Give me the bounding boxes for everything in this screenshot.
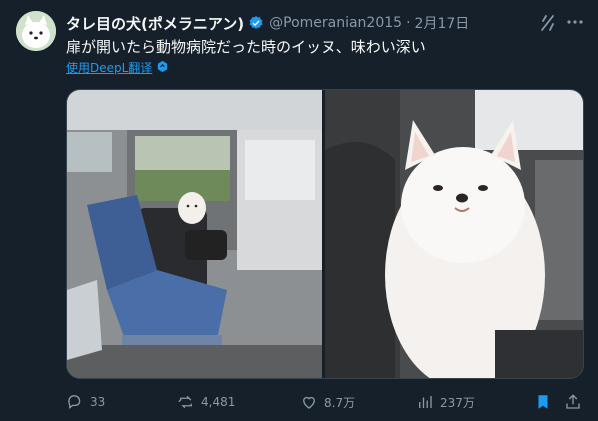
like-icon — [303, 396, 315, 409]
author-handle[interactable]: @Pomeranian2015 — [269, 15, 402, 31]
grok-icon[interactable] — [538, 13, 558, 33]
author-name[interactable]: タレ目の犬(ポメラニアン) — [66, 13, 244, 34]
share-icon — [566, 394, 580, 409]
reply-button[interactable]: 33 — [66, 389, 105, 415]
share-button[interactable] — [564, 389, 582, 415]
photo-pomeranian[interactable] — [325, 90, 583, 378]
action-bar: 33 4,481 8.7万 237万 — [66, 389, 586, 415]
tweet[interactable]: タレ目の犬(ポメラニアン) @Pomeranian2015 · 2月17日 扉が… — [0, 0, 598, 421]
retweet-count: 4,481 — [201, 395, 236, 409]
media-grid[interactable] — [66, 89, 584, 379]
photo-van-interior[interactable] — [67, 90, 322, 378]
like-count: 8.7万 — [324, 395, 356, 410]
separator-dot: · — [406, 15, 411, 31]
tweet-date[interactable]: 2月17日 — [415, 13, 470, 33]
verified-icon — [248, 15, 264, 31]
translate-link[interactable]: 使用DeepL翻译 — [66, 59, 169, 76]
bookmark-icon — [538, 395, 548, 409]
translate-label[interactable]: 使用DeepL翻译 — [66, 59, 152, 76]
view-count: 237万 — [440, 395, 475, 410]
views-icon — [419, 396, 432, 408]
retweet-icon — [178, 396, 192, 408]
more-icon[interactable] — [565, 12, 585, 32]
views-button[interactable]: 237万 — [416, 389, 475, 415]
tweet-header: タレ目の犬(ポメラニアン) @Pomeranian2015 · 2月17日 — [66, 12, 538, 34]
like-button[interactable]: 8.7万 — [300, 389, 355, 415]
translate-icon — [156, 60, 169, 76]
reply-icon — [68, 395, 81, 409]
reply-count: 33 — [90, 395, 106, 409]
retweet-button[interactable]: 4,481 — [177, 389, 235, 415]
tweet-text: 扉が開いたら動物病院だった時のイッヌ、味わい深い — [66, 38, 426, 56]
bookmark-button[interactable] — [534, 389, 552, 415]
avatar[interactable] — [16, 11, 56, 51]
